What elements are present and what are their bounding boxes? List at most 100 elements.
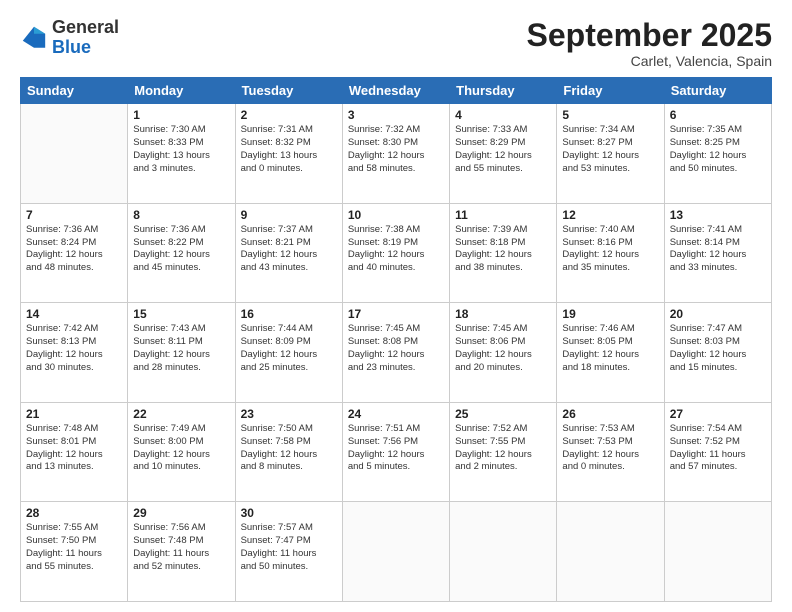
cell-w2-d3: 9 Sunrise: 7:37 AM Sunset: 8:21 PM Daylig… — [235, 203, 342, 303]
cell-w4-d3: 23 Sunrise: 7:50 AM Sunset: 7:58 PM Dayli… — [235, 402, 342, 502]
cell-w5-d5 — [450, 502, 557, 602]
day-info-24: Sunrise: 7:51 AM Sunset: 7:56 PM Dayligh… — [348, 423, 444, 474]
col-thursday: Thursday — [450, 78, 557, 104]
col-saturday: Saturday — [664, 78, 771, 104]
cell-w5-d6 — [557, 502, 664, 602]
cell-w1-d1 — [21, 104, 128, 204]
day-number-1: 1 — [133, 108, 229, 122]
week-row-5: 28 Sunrise: 7:55 AM Sunset: 7:50 PM Dayli… — [21, 502, 772, 602]
month-title: September 2025 — [527, 18, 772, 53]
calendar-table: Sunday Monday Tuesday Wednesday Thursday… — [20, 77, 772, 602]
logo-text: General Blue — [52, 18, 119, 58]
cell-w5-d7 — [664, 502, 771, 602]
day-number-19: 19 — [562, 307, 658, 321]
day-number-17: 17 — [348, 307, 444, 321]
cell-w3-d2: 15 Sunrise: 7:43 AM Sunset: 8:11 PM Dayli… — [128, 303, 235, 403]
day-info-13: Sunrise: 7:41 AM Sunset: 8:14 PM Dayligh… — [670, 224, 766, 275]
week-row-1: 1 Sunrise: 7:30 AM Sunset: 8:33 PM Daylig… — [21, 104, 772, 204]
day-number-23: 23 — [241, 407, 337, 421]
day-info-5: Sunrise: 7:34 AM Sunset: 8:27 PM Dayligh… — [562, 124, 658, 175]
cell-w5-d2: 29 Sunrise: 7:56 AM Sunset: 7:48 PM Dayli… — [128, 502, 235, 602]
cell-w5-d3: 30Sunrise: 7:57 AM Sunset: 7:47 PM Dayli… — [235, 502, 342, 602]
day-info-23: Sunrise: 7:50 AM Sunset: 7:58 PM Dayligh… — [241, 423, 337, 474]
cell-w4-d6: 26Sunrise: 7:53 AM Sunset: 7:53 PM Dayli… — [557, 402, 664, 502]
cell-w1-d7: 6 Sunrise: 7:35 AM Sunset: 8:25 PM Daylig… — [664, 104, 771, 204]
day-info-19: Sunrise: 7:46 AM Sunset: 8:05 PM Dayligh… — [562, 323, 658, 374]
cell-w3-d5: 18Sunrise: 7:45 AM Sunset: 8:06 PM Dayli… — [450, 303, 557, 403]
logo: General Blue — [20, 18, 119, 58]
day-info-12: Sunrise: 7:40 AM Sunset: 8:16 PM Dayligh… — [562, 224, 658, 275]
location-subtitle: Carlet, Valencia, Spain — [527, 53, 772, 69]
cell-w3-d6: 19 Sunrise: 7:46 AM Sunset: 8:05 PM Dayli… — [557, 303, 664, 403]
day-info-28: Sunrise: 7:55 AM Sunset: 7:50 PM Dayligh… — [26, 522, 122, 573]
cell-w2-d5: 11 Sunrise: 7:39 AM Sunset: 8:18 PM Dayli… — [450, 203, 557, 303]
cell-w4-d1: 21 Sunrise: 7:48 AM Sunset: 8:01 PM Dayli… — [21, 402, 128, 502]
day-info-11: Sunrise: 7:39 AM Sunset: 8:18 PM Dayligh… — [455, 224, 551, 275]
day-info-22: Sunrise: 7:49 AM Sunset: 8:00 PM Dayligh… — [133, 423, 229, 474]
cell-w3-d3: 16Sunrise: 7:44 AM Sunset: 8:09 PM Dayli… — [235, 303, 342, 403]
cell-w2-d7: 13 Sunrise: 7:41 AM Sunset: 8:14 PM Dayli… — [664, 203, 771, 303]
cell-w4-d5: 25Sunrise: 7:52 AM Sunset: 7:55 PM Dayli… — [450, 402, 557, 502]
week-row-2: 7 Sunrise: 7:36 AM Sunset: 8:24 PM Daylig… — [21, 203, 772, 303]
col-monday: Monday — [128, 78, 235, 104]
cell-w1-d3: 2Sunrise: 7:31 AM Sunset: 8:32 PM Daylig… — [235, 104, 342, 204]
day-info-6: Sunrise: 7:35 AM Sunset: 8:25 PM Dayligh… — [670, 124, 766, 175]
day-number-7: 7 — [26, 208, 122, 222]
week-row-3: 14Sunrise: 7:42 AM Sunset: 8:13 PM Dayli… — [21, 303, 772, 403]
calendar-header-row: Sunday Monday Tuesday Wednesday Thursday… — [21, 78, 772, 104]
day-info-9: Sunrise: 7:37 AM Sunset: 8:21 PM Dayligh… — [241, 224, 337, 275]
day-number-30: 30 — [241, 506, 337, 520]
day-number-22: 22 — [133, 407, 229, 421]
day-number-16: 16 — [241, 307, 337, 321]
day-number-6: 6 — [670, 108, 766, 122]
day-number-11: 11 — [455, 208, 551, 222]
cell-w1-d4: 3 Sunrise: 7:32 AM Sunset: 8:30 PM Daylig… — [342, 104, 449, 204]
cell-w1-d5: 4Sunrise: 7:33 AM Sunset: 8:29 PM Daylig… — [450, 104, 557, 204]
logo-general: General — [52, 18, 119, 38]
col-tuesday: Tuesday — [235, 78, 342, 104]
day-number-2: 2 — [241, 108, 337, 122]
title-area: September 2025 Carlet, Valencia, Spain — [527, 18, 772, 69]
day-info-29: Sunrise: 7:56 AM Sunset: 7:48 PM Dayligh… — [133, 522, 229, 573]
col-friday: Friday — [557, 78, 664, 104]
day-info-21: Sunrise: 7:48 AM Sunset: 8:01 PM Dayligh… — [26, 423, 122, 474]
cell-w3-d1: 14Sunrise: 7:42 AM Sunset: 8:13 PM Dayli… — [21, 303, 128, 403]
day-info-7: Sunrise: 7:36 AM Sunset: 8:24 PM Dayligh… — [26, 224, 122, 275]
cell-w1-d6: 5 Sunrise: 7:34 AM Sunset: 8:27 PM Daylig… — [557, 104, 664, 204]
cell-w1-d2: 1 Sunrise: 7:30 AM Sunset: 8:33 PM Daylig… — [128, 104, 235, 204]
day-number-10: 10 — [348, 208, 444, 222]
day-number-13: 13 — [670, 208, 766, 222]
day-info-27: Sunrise: 7:54 AM Sunset: 7:52 PM Dayligh… — [670, 423, 766, 474]
day-number-3: 3 — [348, 108, 444, 122]
col-sunday: Sunday — [21, 78, 128, 104]
cell-w3-d7: 20 Sunrise: 7:47 AM Sunset: 8:03 PM Dayli… — [664, 303, 771, 403]
header: General Blue September 2025 Carlet, Vale… — [20, 18, 772, 69]
day-info-20: Sunrise: 7:47 AM Sunset: 8:03 PM Dayligh… — [670, 323, 766, 374]
day-number-26: 26 — [562, 407, 658, 421]
cell-w4-d7: 27 Sunrise: 7:54 AM Sunset: 7:52 PM Dayli… — [664, 402, 771, 502]
week-row-4: 21 Sunrise: 7:48 AM Sunset: 8:01 PM Dayli… — [21, 402, 772, 502]
day-number-21: 21 — [26, 407, 122, 421]
day-number-25: 25 — [455, 407, 551, 421]
day-info-15: Sunrise: 7:43 AM Sunset: 8:11 PM Dayligh… — [133, 323, 229, 374]
day-info-10: Sunrise: 7:38 AM Sunset: 8:19 PM Dayligh… — [348, 224, 444, 275]
day-number-24: 24 — [348, 407, 444, 421]
day-number-20: 20 — [670, 307, 766, 321]
day-number-28: 28 — [26, 506, 122, 520]
day-number-29: 29 — [133, 506, 229, 520]
cell-w2-d4: 10 Sunrise: 7:38 AM Sunset: 8:19 PM Dayli… — [342, 203, 449, 303]
day-number-8: 8 — [133, 208, 229, 222]
cell-w4-d2: 22 Sunrise: 7:49 AM Sunset: 8:00 PM Dayli… — [128, 402, 235, 502]
day-number-9: 9 — [241, 208, 337, 222]
cell-w4-d4: 24 Sunrise: 7:51 AM Sunset: 7:56 PM Dayli… — [342, 402, 449, 502]
day-number-27: 27 — [670, 407, 766, 421]
cell-w2-d2: 8Sunrise: 7:36 AM Sunset: 8:22 PM Daylig… — [128, 203, 235, 303]
day-info-4: Sunrise: 7:33 AM Sunset: 8:29 PM Dayligh… — [455, 124, 551, 175]
day-info-1: Sunrise: 7:30 AM Sunset: 8:33 PM Dayligh… — [133, 124, 229, 175]
cell-w5-d1: 28 Sunrise: 7:55 AM Sunset: 7:50 PM Dayli… — [21, 502, 128, 602]
cell-w5-d4 — [342, 502, 449, 602]
day-info-3: Sunrise: 7:32 AM Sunset: 8:30 PM Dayligh… — [348, 124, 444, 175]
day-number-15: 15 — [133, 307, 229, 321]
day-number-5: 5 — [562, 108, 658, 122]
day-number-12: 12 — [562, 208, 658, 222]
